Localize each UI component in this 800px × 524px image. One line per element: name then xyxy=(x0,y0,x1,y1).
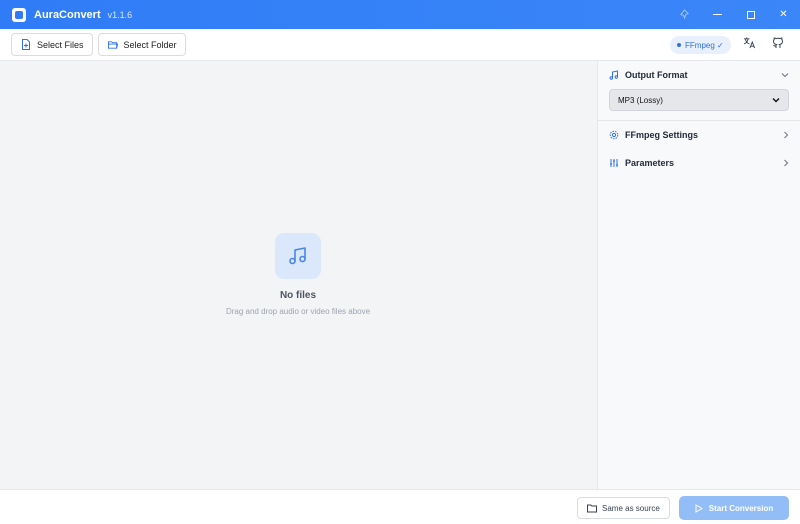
start-conversion-button[interactable]: Start Conversion xyxy=(679,496,789,520)
select-files-label: Select Files xyxy=(37,39,84,50)
ffmpeg-settings-header[interactable]: FFmpeg Settings xyxy=(598,121,800,149)
output-format-selected: MP3 (Lossy) xyxy=(618,95,663,105)
app-logo-icon xyxy=(12,7,26,22)
maximize-icon xyxy=(746,10,755,19)
output-folder-button[interactable]: Same as source xyxy=(577,497,670,519)
empty-state-title: No files xyxy=(279,290,317,301)
select-folder-button[interactable]: Select Folder xyxy=(97,33,186,56)
empty-state: No files Drag and drop audio or video fi… xyxy=(198,233,398,316)
start-conversion-label: Start Conversion xyxy=(708,503,774,513)
select-chevron-icon xyxy=(772,96,780,105)
folder-icon xyxy=(587,504,597,513)
app-title: AuraConvert xyxy=(34,8,101,21)
parameters-label: Parameters xyxy=(625,158,675,168)
title-bar: AuraConvert v1.1.6 ✕ xyxy=(0,0,800,29)
pin-icon[interactable] xyxy=(668,0,701,29)
empty-state-subtitle: Drag and drop audio or video files above xyxy=(225,307,371,316)
play-icon xyxy=(695,503,703,513)
settings-sidebar: Output Format MP3 (Lossy) FFmpeg Setting… xyxy=(597,61,800,489)
close-button[interactable]: ✕ xyxy=(767,0,800,29)
chevron-down-icon xyxy=(781,72,789,78)
music-note-icon xyxy=(275,233,321,279)
close-icon: ✕ xyxy=(779,9,788,20)
ffmpeg-settings-label: FFmpeg Settings xyxy=(625,130,699,140)
footer-bar: Same as source Start Conversion xyxy=(0,489,800,524)
ffmpeg-status-label: FFmpeg ✓ xyxy=(685,40,724,50)
gear-icon xyxy=(609,130,619,140)
chevron-right-icon xyxy=(783,131,789,139)
minimize-button[interactable] xyxy=(701,0,734,29)
maximize-button[interactable] xyxy=(734,0,767,29)
status-dot-icon xyxy=(677,43,681,47)
music-note-icon xyxy=(609,70,619,80)
file-add-icon xyxy=(21,39,31,50)
folder-open-icon xyxy=(107,40,118,50)
output-format-label: Output Format xyxy=(625,70,688,80)
output-format-select[interactable]: MP3 (Lossy) xyxy=(609,89,789,111)
translate-icon xyxy=(743,36,756,54)
github-button[interactable] xyxy=(770,37,786,53)
chevron-right-icon xyxy=(783,159,789,167)
app-version: v1.1.6 xyxy=(107,9,133,20)
output-format-header[interactable]: Output Format xyxy=(598,61,800,89)
github-icon xyxy=(772,36,784,54)
sliders-icon xyxy=(609,158,619,168)
select-folder-label: Select Folder xyxy=(123,39,177,50)
select-files-button[interactable]: Select Files xyxy=(11,33,93,56)
toolbar: Select Files Select Folder FFmpeg ✓ xyxy=(0,29,800,61)
language-button[interactable] xyxy=(741,37,757,53)
same-as-source-label: Same as source xyxy=(602,503,660,513)
parameters-header[interactable]: Parameters xyxy=(598,149,800,177)
ffmpeg-status-badge: FFmpeg ✓ xyxy=(670,36,731,54)
minimize-icon xyxy=(713,14,722,15)
file-drop-area[interactable]: No files Drag and drop audio or video fi… xyxy=(0,61,597,489)
